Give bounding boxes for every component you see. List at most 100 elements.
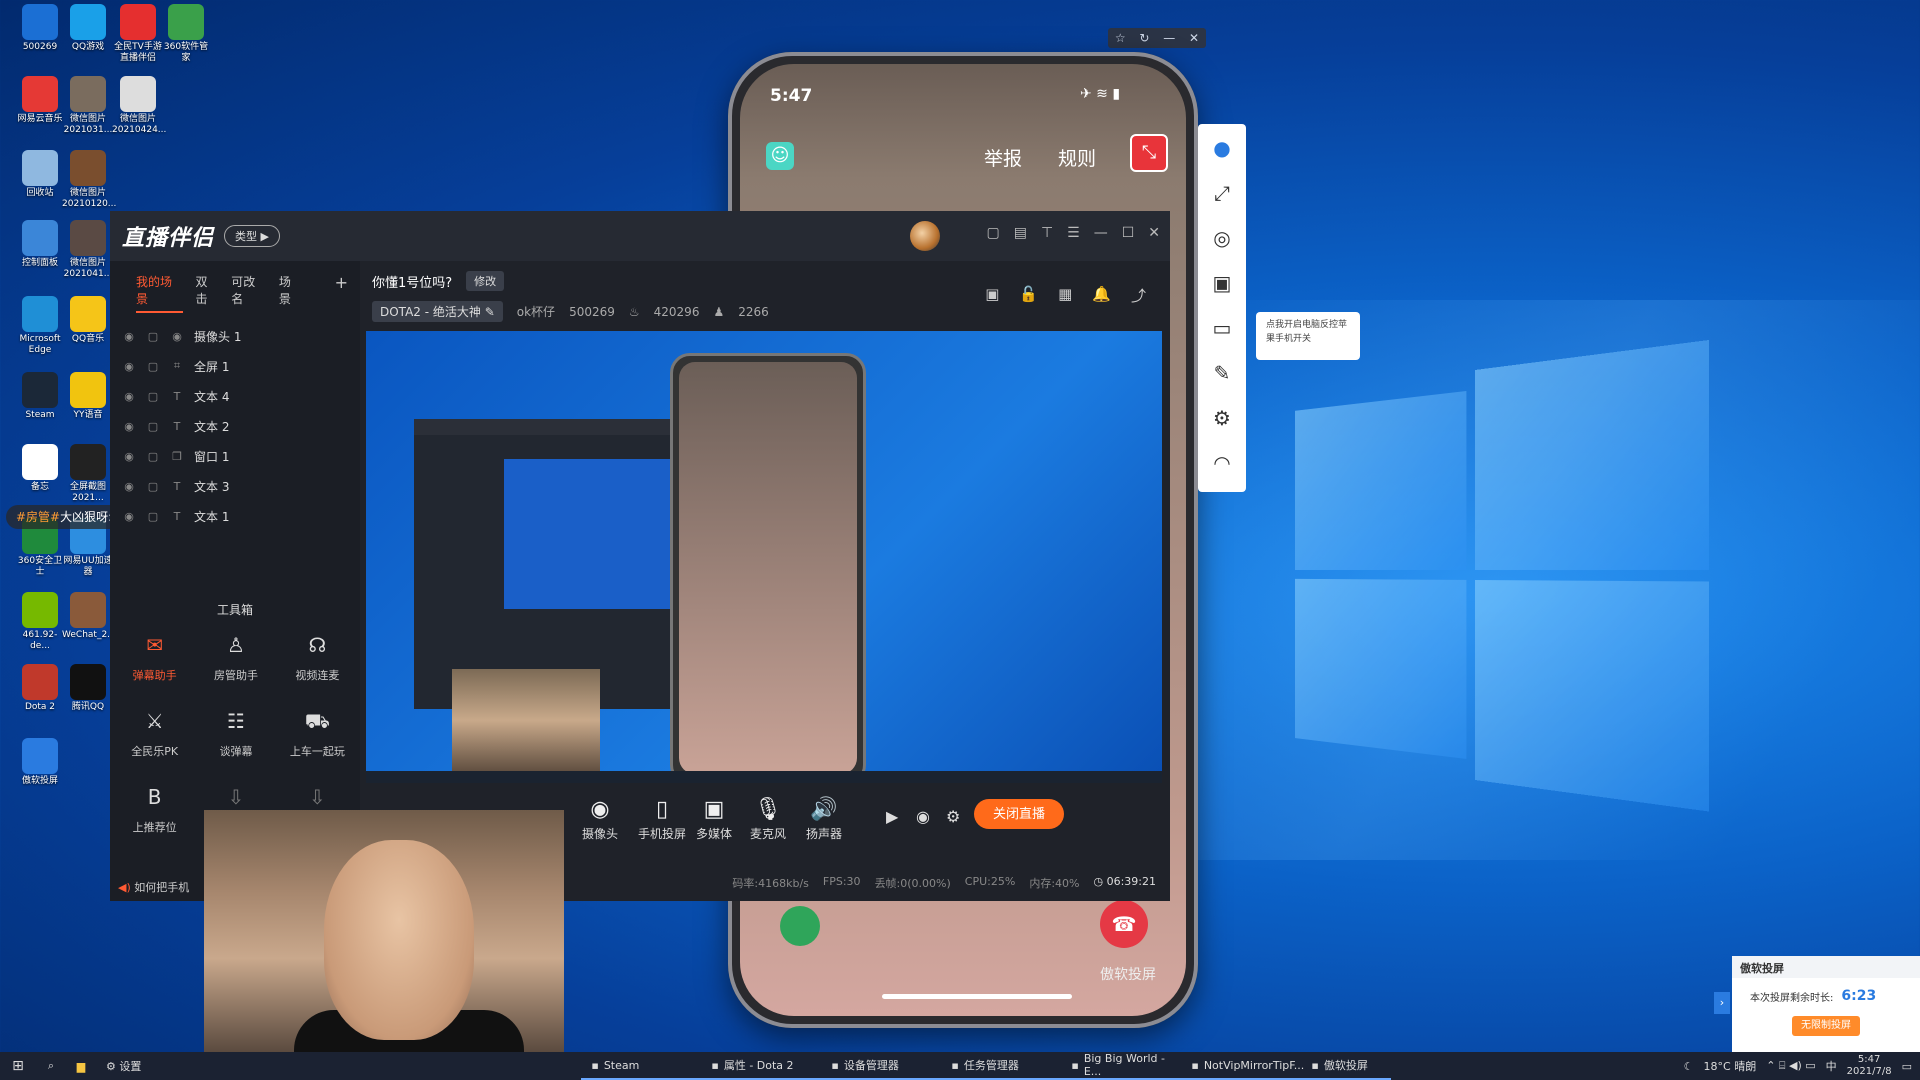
desktop-icon[interactable]: 全屏截图2021... xyxy=(62,444,114,504)
tab-scene[interactable]: 场景 xyxy=(279,273,303,313)
call-accept-icon[interactable] xyxy=(780,906,820,946)
desktop-icon[interactable]: QQ音乐 xyxy=(62,296,114,345)
taskbar-item[interactable]: ▪ 任务管理器 xyxy=(941,1052,1062,1080)
menu-icon[interactable]: ☰ xyxy=(1067,225,1080,241)
settings-icon[interactable]: ⚙ xyxy=(946,807,960,826)
desktop-icon[interactable]: 微信图片2021041... xyxy=(62,220,114,280)
shirt-icon[interactable]: ⊤ xyxy=(1041,225,1053,241)
eye-icon[interactable]: ◉ xyxy=(122,420,136,433)
unlock-icon[interactable]: 🔓 xyxy=(1019,285,1038,306)
desktop-icon[interactable]: 全民TV手游直播伴侣 xyxy=(112,4,164,64)
fullscreen-icon[interactable]: ⤢ xyxy=(1207,177,1237,209)
shrink-icon[interactable]: ⤡ xyxy=(1130,134,1168,172)
minimize-icon[interactable]: — xyxy=(1163,31,1175,45)
add-scene-icon[interactable]: + xyxy=(335,273,348,313)
rotate-icon[interactable]: ↻ xyxy=(1139,31,1149,45)
smile-icon[interactable]: ☺ xyxy=(766,142,794,170)
lock-icon[interactable]: ▢ xyxy=(146,390,160,403)
tab-my-scenes[interactable]: 我的场景 xyxy=(136,273,184,313)
eye-icon[interactable]: ◉ xyxy=(122,510,136,523)
rules-link[interactable]: 规则 xyxy=(1058,144,1096,171)
desktop-icon[interactable]: 500269 xyxy=(14,4,66,53)
tray-icons[interactable]: ⌃ ⌸ ◀) ▭ xyxy=(1766,1059,1815,1073)
source-item[interactable]: ◉ ▢ ❐ 窗口 1 xyxy=(110,441,360,471)
pin-icon[interactable]: ☆ xyxy=(1115,31,1126,45)
eye-icon[interactable]: ◉ xyxy=(916,807,930,826)
tool-item[interactable]: ⚔ 全民乐PK xyxy=(114,709,195,759)
desktop-icon[interactable]: 461.92-de... xyxy=(14,592,66,652)
tab-double-click[interactable]: 双击 xyxy=(195,273,219,313)
desktop-icon[interactable]: 360软件管家 xyxy=(160,4,212,64)
lock-icon[interactable]: ▢ xyxy=(146,480,160,493)
desktop-icon[interactable]: Dota 2 xyxy=(14,664,66,713)
lock-icon[interactable]: ▢ xyxy=(146,510,160,523)
lock-icon[interactable]: ▢ xyxy=(146,330,160,343)
settings-icon[interactable]: ⚙ xyxy=(1207,402,1237,434)
eye-icon[interactable]: ◉ xyxy=(122,480,136,493)
close-live-button[interactable]: 关闭直播 xyxy=(974,799,1064,829)
tool-item[interactable]: ☊ 视频连麦 xyxy=(277,633,358,683)
tool-item[interactable]: ☷ 谈弹幕 xyxy=(195,709,276,759)
eye-icon[interactable]: ◉ xyxy=(122,360,136,373)
scene-icon[interactable]: ▣ xyxy=(985,285,999,306)
source-control-button[interactable]: 🎙 麦克风 xyxy=(750,797,786,842)
lock-icon[interactable]: ▢ xyxy=(146,450,160,463)
source-control-button[interactable]: ▣ 多媒体 xyxy=(696,797,732,842)
save-icon[interactable]: ▤ xyxy=(1014,225,1027,241)
user-icon[interactable]: ● xyxy=(1207,132,1237,164)
hangup-icon[interactable]: ☎ xyxy=(1100,900,1148,948)
help-link[interactable]: ◀) 如何把手机 xyxy=(118,879,189,895)
screen-icon[interactable]: ▢ xyxy=(986,225,999,241)
tab-renameable[interactable]: 可改名 xyxy=(231,273,267,313)
record-icon[interactable]: ▣ xyxy=(1207,267,1237,299)
reverse-control-icon[interactable]: ▭ xyxy=(1207,312,1237,344)
source-item[interactable]: ◉ ▢ T 文本 2 xyxy=(110,411,360,441)
taskbar-item[interactable]: ▪ 属性 - Dota 2 xyxy=(701,1052,822,1080)
weather[interactable]: 18°C 晴朗 xyxy=(1704,1058,1757,1074)
report-link[interactable]: 举报 xyxy=(984,144,1022,171)
notification-icon[interactable]: ▭ xyxy=(1902,1060,1912,1073)
desktop-icon[interactable]: 网易云音乐 xyxy=(14,76,66,125)
maximize-button[interactable]: ☐ xyxy=(1122,225,1135,241)
home-indicator[interactable] xyxy=(882,994,1072,999)
source-control-button[interactable]: ◉ 摄像头 xyxy=(582,797,618,842)
game-category[interactable]: DOTA2 - 绝活大神 ✎ xyxy=(372,301,503,322)
source-item[interactable]: ◉ ▢ T 文本 1 xyxy=(110,501,360,531)
unlimited-cast-button[interactable]: 无限制投屏 xyxy=(1792,1016,1860,1036)
lock-icon[interactable]: ▢ xyxy=(146,420,160,433)
desktop-icon[interactable]: 腾讯QQ xyxy=(62,664,114,713)
explorer-icon[interactable]: ▆ xyxy=(66,1060,96,1073)
bell-icon[interactable]: 🔔 xyxy=(1092,285,1111,306)
source-item[interactable]: ◉ ▢ ◉ 摄像头 1 xyxy=(110,321,360,351)
desktop-icon[interactable]: Steam xyxy=(14,372,66,421)
taskbar-item[interactable]: ▪ Big Big World - E... xyxy=(1061,1052,1182,1080)
layout-icon[interactable]: ▦ xyxy=(1058,285,1072,306)
desktop-icon[interactable]: 控制面板 xyxy=(14,220,66,269)
desktop-icon[interactable]: WeChat_2... xyxy=(62,592,116,641)
desktop-icon[interactable]: 傲软投屏 xyxy=(14,738,66,787)
brush-icon[interactable]: ✎ xyxy=(1207,357,1237,389)
taskbar-item[interactable]: ▪ Steam xyxy=(581,1052,702,1080)
screenshot-icon[interactable]: ◎ xyxy=(1207,222,1237,254)
desktop-icon[interactable]: 微信图片20210424... xyxy=(112,76,166,136)
taskbar-item[interactable]: ▪ 设备管理器 xyxy=(821,1052,942,1080)
desktop-icon[interactable]: 回收站 xyxy=(14,150,66,199)
close-button[interactable]: ✕ xyxy=(1148,225,1160,241)
search-icon[interactable]: ⌕ xyxy=(36,1059,66,1073)
clock[interactable]: 5:47 2021/7/8 xyxy=(1847,1054,1892,1078)
source-item[interactable]: ◉ ▢ T 文本 4 xyxy=(110,381,360,411)
desktop-icon[interactable]: 微信图片20210120... xyxy=(62,150,116,210)
minimize-button[interactable]: — xyxy=(1094,225,1108,241)
type-button[interactable]: 类型 ▶ xyxy=(224,225,280,247)
ime-indicator[interactable]: 中 xyxy=(1826,1058,1837,1074)
avatar[interactable] xyxy=(910,221,940,251)
source-item[interactable]: ◉ ▢ ⌗ 全屏 1 xyxy=(110,351,360,381)
source-control-button[interactable]: ▯ 手机投屏 xyxy=(638,797,686,842)
tool-item[interactable]: ✉ 弹幕助手 xyxy=(114,633,195,683)
eye-icon[interactable]: ◉ xyxy=(122,390,136,403)
video-icon[interactable]: ▶ xyxy=(886,807,898,826)
source-control-button[interactable]: 🔊 扬声器 xyxy=(806,797,842,842)
tool-item[interactable]: ♙ 房管助手 xyxy=(195,633,276,683)
source-item[interactable]: ◉ ▢ T 文本 3 xyxy=(110,471,360,501)
share-icon[interactable]: ⤴ xyxy=(1131,285,1146,306)
